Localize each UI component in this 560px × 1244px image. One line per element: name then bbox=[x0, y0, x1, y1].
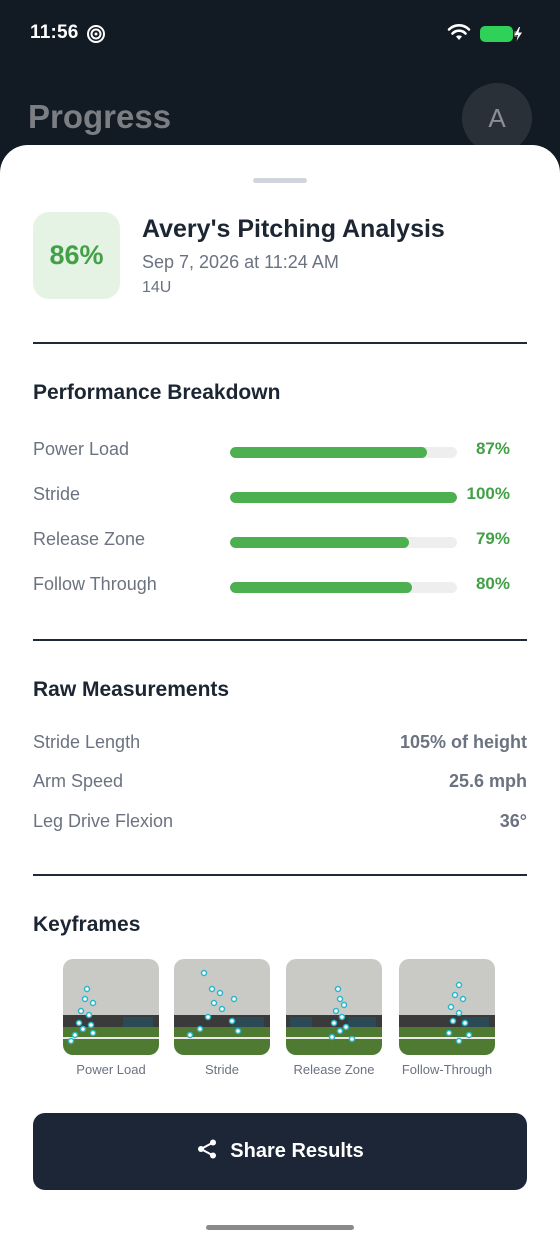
raw-value: 25.6 mph bbox=[448, 771, 527, 791]
home-indicator bbox=[206, 1225, 354, 1230]
metric-bar-fill bbox=[230, 447, 428, 458]
metric-bar-fill bbox=[230, 582, 412, 593]
keyframe-thumbnail[interactable] bbox=[174, 959, 270, 1055]
page-title: Progress bbox=[28, 98, 172, 135]
analysis-title: Avery's Pitching Analysis bbox=[142, 215, 445, 243]
metric-bar bbox=[230, 537, 457, 548]
raw-row-stride-length: Stride Length 105% of height bbox=[33, 730, 527, 758]
avatar[interactable]: A bbox=[462, 83, 532, 153]
divider bbox=[33, 342, 527, 344]
divider bbox=[33, 639, 527, 641]
metric-label: Stride bbox=[33, 484, 81, 504]
battery-charging-icon bbox=[479, 24, 523, 49]
score-badge: 86% bbox=[33, 212, 120, 299]
share-results-label: Share Results bbox=[230, 1140, 364, 1162]
metric-bar-fill bbox=[230, 492, 457, 503]
analysis-date: Sep 7, 2026 at 11:24 AM bbox=[142, 252, 339, 272]
location-services-icon bbox=[86, 24, 106, 49]
keyframe-thumbnail[interactable] bbox=[63, 959, 159, 1055]
analysis-sheet: 86% Avery's Pitching Analysis Sep 7, 202… bbox=[0, 145, 560, 1244]
metric-row-release-zone: Release Zone 79% bbox=[33, 525, 527, 555]
sheet-grabber[interactable] bbox=[253, 178, 307, 183]
raw-row-arm-speed: Arm Speed 25.6 mph bbox=[33, 769, 527, 797]
raw-row-leg-drive-flexion: Leg Drive Flexion 36° bbox=[33, 809, 527, 837]
raw-label: Arm Speed bbox=[33, 771, 124, 791]
share-results-button[interactable]: Share Results bbox=[33, 1113, 527, 1190]
keyframe-label: Follow-Through bbox=[401, 1062, 493, 1077]
metric-bar-fill bbox=[230, 537, 410, 548]
metric-label: Follow Through bbox=[33, 574, 157, 594]
age-group: 14U bbox=[142, 279, 172, 296]
keyframe-release-zone[interactable]: Release Zone bbox=[278, 959, 390, 1077]
status-time: 11:56 bbox=[30, 22, 79, 43]
raw-label: Stride Length bbox=[33, 732, 141, 752]
keyframe-stride[interactable]: Stride bbox=[166, 959, 278, 1077]
keyframe-label: Power Load bbox=[76, 1062, 146, 1077]
keyframe-label: Release Zone bbox=[293, 1062, 375, 1077]
metric-bar bbox=[230, 492, 457, 503]
status-bar: 11:56 bbox=[0, 0, 560, 70]
metric-value: 79% bbox=[475, 529, 510, 548]
keyframe-label: Stride bbox=[205, 1062, 239, 1077]
keyframes-heading: Keyframes bbox=[33, 913, 141, 936]
metric-value: 100% bbox=[466, 484, 510, 503]
metric-label: Power Load bbox=[33, 439, 130, 459]
metric-bar bbox=[230, 447, 457, 458]
keyframe-power-load[interactable]: Power Load bbox=[55, 959, 167, 1077]
keyframe-thumbnail[interactable] bbox=[399, 959, 495, 1055]
wifi-icon bbox=[447, 23, 471, 48]
keyframe-thumbnail[interactable] bbox=[286, 959, 382, 1055]
raw-measurements-heading: Raw Measurements bbox=[33, 678, 230, 701]
raw-value: 36° bbox=[499, 811, 527, 831]
performance-heading: Performance Breakdown bbox=[33, 381, 281, 404]
metric-bar bbox=[230, 582, 457, 593]
divider bbox=[33, 874, 527, 876]
raw-value: 105% of height bbox=[399, 732, 527, 752]
keyframe-follow-through[interactable]: Follow-Through bbox=[391, 959, 503, 1077]
metric-label: Release Zone bbox=[33, 529, 146, 549]
metric-row-follow-through: Follow Through 80% bbox=[33, 570, 527, 600]
share-icon bbox=[196, 1138, 218, 1166]
metric-row-power-load: Power Load 87% bbox=[33, 435, 527, 465]
metric-value: 87% bbox=[475, 439, 510, 458]
raw-label: Leg Drive Flexion bbox=[33, 811, 174, 831]
metric-row-stride: Stride 100% bbox=[33, 480, 527, 510]
metric-value: 80% bbox=[475, 574, 510, 593]
